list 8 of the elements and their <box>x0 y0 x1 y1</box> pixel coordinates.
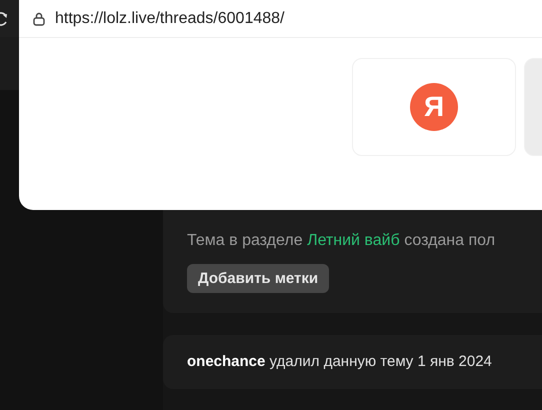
add-tags-button[interactable]: Добавить метки <box>187 264 330 293</box>
reload-icon[interactable] <box>0 10 8 26</box>
lock-icon <box>33 12 45 26</box>
thread-subtitle: Тема в разделе Летний вайб создана пол <box>187 232 496 250</box>
site-logo: Я <box>410 83 458 131</box>
url-text[interactable]: https://lolz.live/threads/6001488/ <box>55 10 284 28</box>
section-link[interactable]: Летний вайб <box>307 232 400 249</box>
deleted-notice: onechance удалил данную тему 1 янв 2024 <box>187 353 492 370</box>
